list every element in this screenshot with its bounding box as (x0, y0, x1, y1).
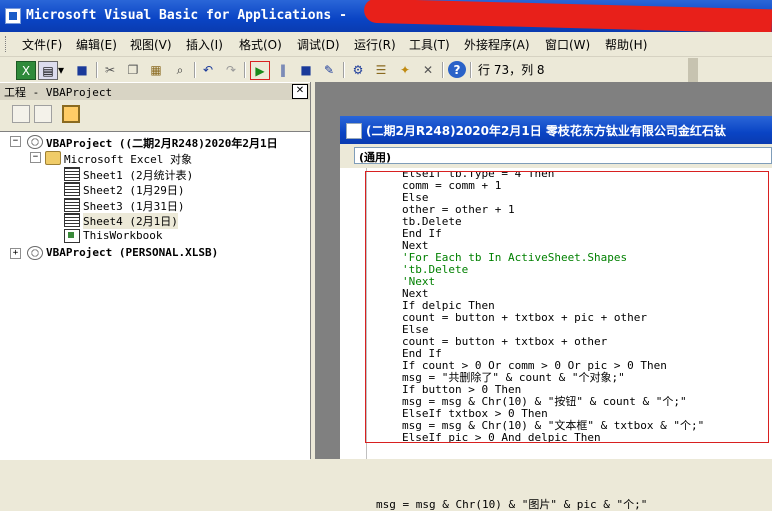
help-icon[interactable]: ? (448, 61, 466, 78)
excel-view-icon[interactable]: X (16, 61, 36, 80)
project-pane-header: 工程 - VBAProject (0, 82, 310, 100)
code-line: msg = msg & Chr(10) & "图片" & pic & "个;" (376, 498, 648, 511)
expand-icon[interactable]: + (10, 248, 21, 259)
margin-indicator-bar[interactable] (340, 168, 367, 459)
insert-dropdown-icon[interactable]: ▾ (56, 61, 66, 78)
find-icon[interactable]: ⌕ (171, 61, 189, 78)
tree-project-personal[interactable]: VBAProject (PERSONAL.XLSB) (46, 246, 218, 259)
menu-edit[interactable]: 编辑(E) (76, 36, 117, 53)
worksheet-icon (64, 198, 80, 212)
copy-icon[interactable]: ❐ (124, 61, 142, 78)
menu-bar: 文件(F) 编辑(E) 视图(V) 插入(I) 格式(O) 调试(D) 运行(R… (0, 32, 772, 57)
code-line: ElseIf pic > 0 And delpic Then (402, 431, 601, 443)
view-code-icon[interactable] (12, 105, 30, 123)
tree-item-thisworkbook[interactable]: ThisWorkbook (83, 229, 162, 242)
redo-icon[interactable]: ↷ (222, 61, 240, 78)
menu-help[interactable]: 帮助(H) (605, 36, 647, 53)
menu-view[interactable]: 视图(V) (130, 36, 172, 53)
worksheet-icon (64, 182, 80, 196)
cursor-position: 行 73，列 8 (478, 63, 545, 77)
object-browser-icon[interactable]: ✦ (396, 61, 414, 78)
menu-insert[interactable]: 插入(I) (186, 36, 223, 53)
object-dropdown-value: (通用) (359, 151, 392, 164)
project-tree: − VBAProject ((二期2月R248)2020年2月1日 − Micr… (0, 131, 310, 460)
folder-icon (45, 151, 61, 165)
object-dropdown[interactable]: (通用) (354, 147, 772, 164)
save-icon[interactable]: ■ (73, 61, 91, 78)
collapse-icon[interactable]: − (30, 152, 41, 163)
code-window-icon (346, 123, 362, 139)
close-icon[interactable]: ✕ (292, 84, 308, 99)
code-window-title: (二期2月R248)2020年2月1日 零枝花东方钛业有限公司金红石钛 (366, 124, 726, 138)
break-icon[interactable]: ‖ (274, 61, 292, 78)
project-pane-toolbar (0, 100, 310, 130)
menu-debug[interactable]: 调试(D) (297, 36, 340, 53)
code-editor[interactable]: ElseIf tb.Type = 4 Then comm = comm + 1 El… (340, 168, 772, 511)
vbaproject-icon (27, 135, 43, 149)
selection-highlight: ElseIf tb.Type = 4 Then comm = comm + 1 El… (365, 171, 769, 443)
run-icon[interactable]: ▶ (250, 61, 270, 80)
project-pane-title: 工程 - VBAProject (4, 86, 113, 99)
menu-tools[interactable]: 工具(T) (409, 36, 450, 53)
insert-userform-icon[interactable]: ▤ (38, 61, 58, 80)
cut-icon[interactable]: ✂ (101, 61, 119, 78)
collapse-icon[interactable]: − (10, 136, 21, 147)
worksheet-icon (64, 167, 80, 181)
code-line: count = button + txtbox + pic + other (402, 311, 648, 324)
menu-format[interactable]: 格式(O) (239, 36, 282, 53)
code-window-titlebar[interactable]: (二期2月R248)2020年2月1日 零枝花东方钛业有限公司金红石钛 (340, 116, 772, 144)
vba-app-icon (5, 8, 21, 24)
menu-window[interactable]: 窗口(W) (545, 36, 590, 53)
view-object-icon[interactable] (34, 105, 52, 123)
tree-item-sheet3[interactable]: Sheet3 (1月31日) (83, 198, 184, 214)
menu-run[interactable]: 运行(R) (354, 36, 396, 53)
design-mode-icon[interactable]: ✎ (320, 61, 338, 78)
vbaproject-icon (27, 246, 43, 260)
project-explorer-icon[interactable]: ⚙ (349, 61, 367, 78)
menu-addins[interactable]: 外接程序(A) (464, 36, 530, 53)
toolbar-options-icon[interactable] (688, 58, 698, 82)
reset-icon[interactable]: ■ (297, 61, 315, 78)
workbook-icon (64, 229, 80, 243)
tree-item-sheet2[interactable]: Sheet2 (1月29日) (83, 182, 184, 198)
standard-toolbar: X ▤ ▾ ■ ✂ ❐ ▦ ⌕ ↶ ↷ ▶ ‖ ■ ✎ ⚙ ☰ ✦ ✕ ? (0, 57, 700, 83)
worksheet-icon (64, 213, 80, 227)
toggle-folders-icon[interactable] (62, 105, 80, 123)
properties-window-icon[interactable]: ☰ (372, 61, 390, 78)
code-window: (二期2月R248)2020年2月1日 零枝花东方钛业有限公司金红石钛 (通用)… (340, 116, 772, 511)
tree-item-sheet4[interactable]: Sheet4 (2月1日) (83, 213, 178, 229)
menu-file[interactable]: 文件(F) (22, 36, 62, 53)
tree-item-sheet1[interactable]: Sheet1 (2月统计表) (83, 167, 193, 183)
paste-icon[interactable]: ▦ (147, 61, 165, 78)
undo-icon[interactable]: ↶ (199, 61, 217, 78)
code-lines: ElseIf tb.Type = 4 Then comm = comm + 1 El… (366, 172, 768, 443)
tree-folder-excel-objects[interactable]: Microsoft Excel 对象 (64, 151, 192, 167)
menubar-grip[interactable] (5, 36, 9, 52)
tree-project-main[interactable]: VBAProject ((二期2月R248)2020年2月1日 (46, 135, 278, 151)
toolbox-icon[interactable]: ✕ (419, 61, 437, 78)
window-title: Microsoft Visual Basic for Applications … (26, 8, 347, 23)
